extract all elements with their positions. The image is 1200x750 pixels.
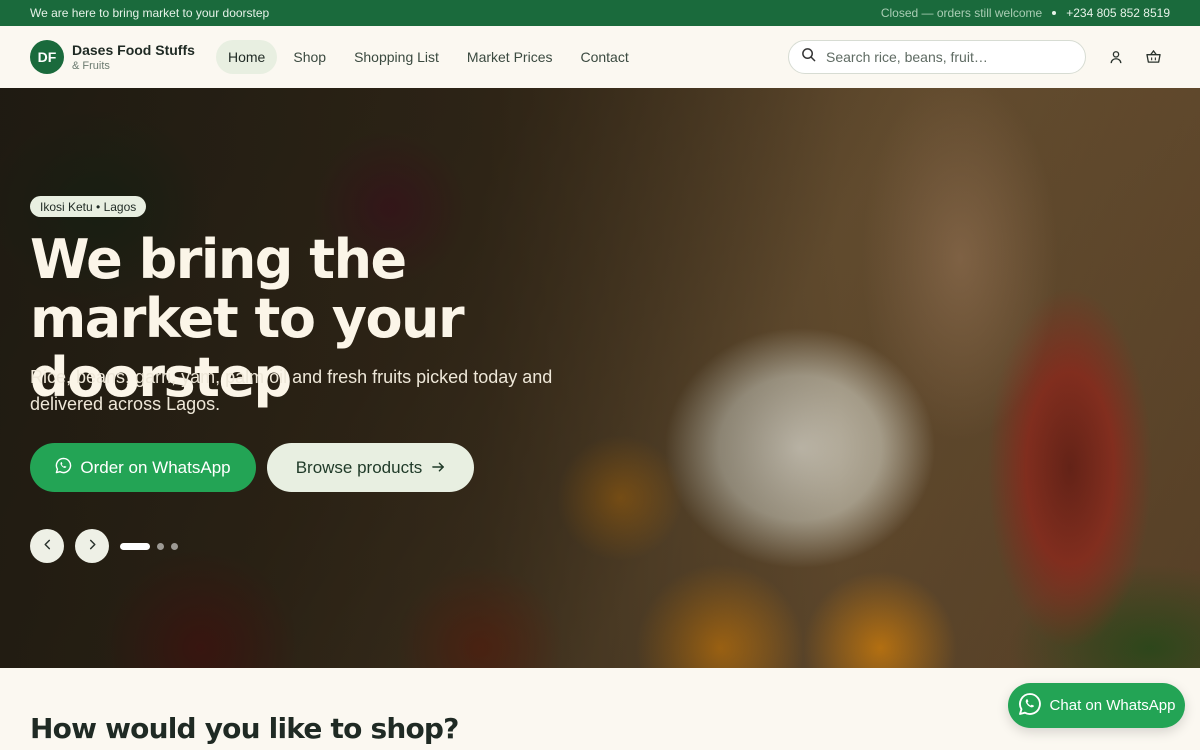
- carousel-dot-1[interactable]: [120, 543, 150, 550]
- brand-name: Dases Food Stuffs: [72, 42, 195, 58]
- arrow-right-icon: [432, 458, 445, 478]
- section-title: How would you like to shop?: [30, 712, 459, 745]
- carousel-dot-2[interactable]: [157, 543, 164, 550]
- search-input[interactable]: [826, 49, 1066, 65]
- basket-icon[interactable]: [1144, 48, 1162, 66]
- chevron-right-icon: [88, 537, 97, 555]
- site-header: DF Dases Food Stuffs & Fruits Home Shop …: [0, 26, 1200, 88]
- brand-logo[interactable]: DF Dases Food Stuffs & Fruits: [30, 40, 216, 74]
- nav-contact[interactable]: Contact: [568, 40, 640, 74]
- browse-products-label: Browse products: [295, 457, 423, 477]
- carousel-prev-button[interactable]: [30, 529, 64, 563]
- nav-shop[interactable]: Shop: [281, 40, 338, 74]
- store-status: Closed — orders still welcome: [880, 6, 1043, 20]
- carousel-indicators: [120, 543, 178, 550]
- announcement-right: Closed — orders still welcome +234 805 8…: [881, 6, 1170, 20]
- whatsapp-icon: [1018, 692, 1042, 720]
- hero-subtext: Rice, beans, garri, yam, palm oil and fr…: [30, 367, 553, 414]
- whatsapp-icon: [55, 457, 72, 479]
- location-badge: Ikosi Ketu • Lagos: [30, 196, 147, 217]
- brand-subtitle: & Fruits: [72, 60, 110, 72]
- phone-number[interactable]: +234 805 852 8519: [1066, 6, 1170, 20]
- search-bar[interactable]: [788, 40, 1086, 74]
- chevron-left-icon: [43, 537, 52, 555]
- search-icon: [801, 47, 816, 67]
- separator-dot: [1052, 11, 1057, 15]
- hero-carousel: Ikosi Ketu • Lagos We bring the market t…: [0, 88, 1200, 668]
- chat-whatsapp-button[interactable]: Chat on WhatsApp: [1008, 683, 1185, 728]
- order-whatsapp-label: Order on WhatsApp: [80, 457, 231, 477]
- main-nav: Home Shop Shopping List Market Prices Co…: [216, 40, 641, 74]
- logo-badge: DF: [30, 40, 64, 74]
- announcement-tagline: We are here to bring market to your door…: [30, 6, 270, 20]
- nav-home[interactable]: Home: [216, 40, 278, 74]
- nav-shopping-list[interactable]: Shopping List: [342, 40, 451, 74]
- brand-text: Dases Food Stuffs & Fruits: [72, 42, 195, 72]
- browse-products-button[interactable]: Browse products: [267, 443, 474, 492]
- user-icon[interactable]: [1107, 48, 1125, 66]
- chat-whatsapp-label: Chat on WhatsApp: [1049, 697, 1176, 714]
- nav-market-prices[interactable]: Market Prices: [455, 40, 565, 74]
- carousel-dot-3[interactable]: [171, 543, 178, 550]
- carousel-next-button[interactable]: [75, 529, 109, 563]
- announcement-bar: We are here to bring market to your door…: [0, 0, 1200, 26]
- order-whatsapp-button[interactable]: Order on WhatsApp: [30, 443, 256, 492]
